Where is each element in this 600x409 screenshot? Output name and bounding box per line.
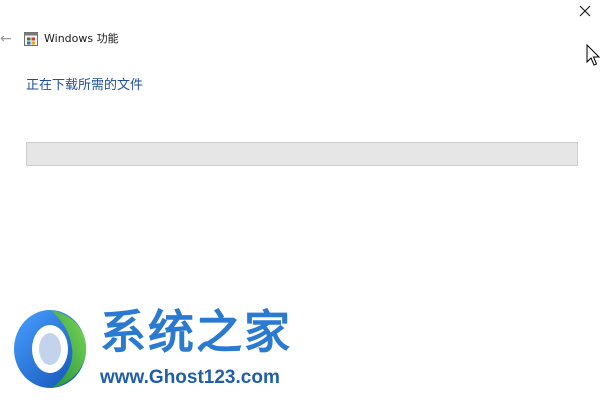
back-arrow-icon[interactable]: ← (0, 30, 14, 48)
ghost-logo-icon (14, 310, 87, 388)
windows-features-icon (24, 32, 38, 46)
windows-features-dialog: ← Windows 功能 正在下载所需的文件 系统之家 www.Ghost123… (0, 0, 600, 409)
watermark-title: 系统之家 (99, 305, 292, 360)
progress-bar (26, 142, 578, 166)
window-title: Windows 功能 (44, 32, 119, 45)
watermark-url: www.Ghost123.com (100, 367, 280, 388)
status-text: 正在下载所需的文件 (26, 78, 144, 93)
mouse-pointer-icon (586, 44, 600, 66)
close-button[interactable] (572, 0, 598, 22)
close-icon (579, 5, 591, 17)
